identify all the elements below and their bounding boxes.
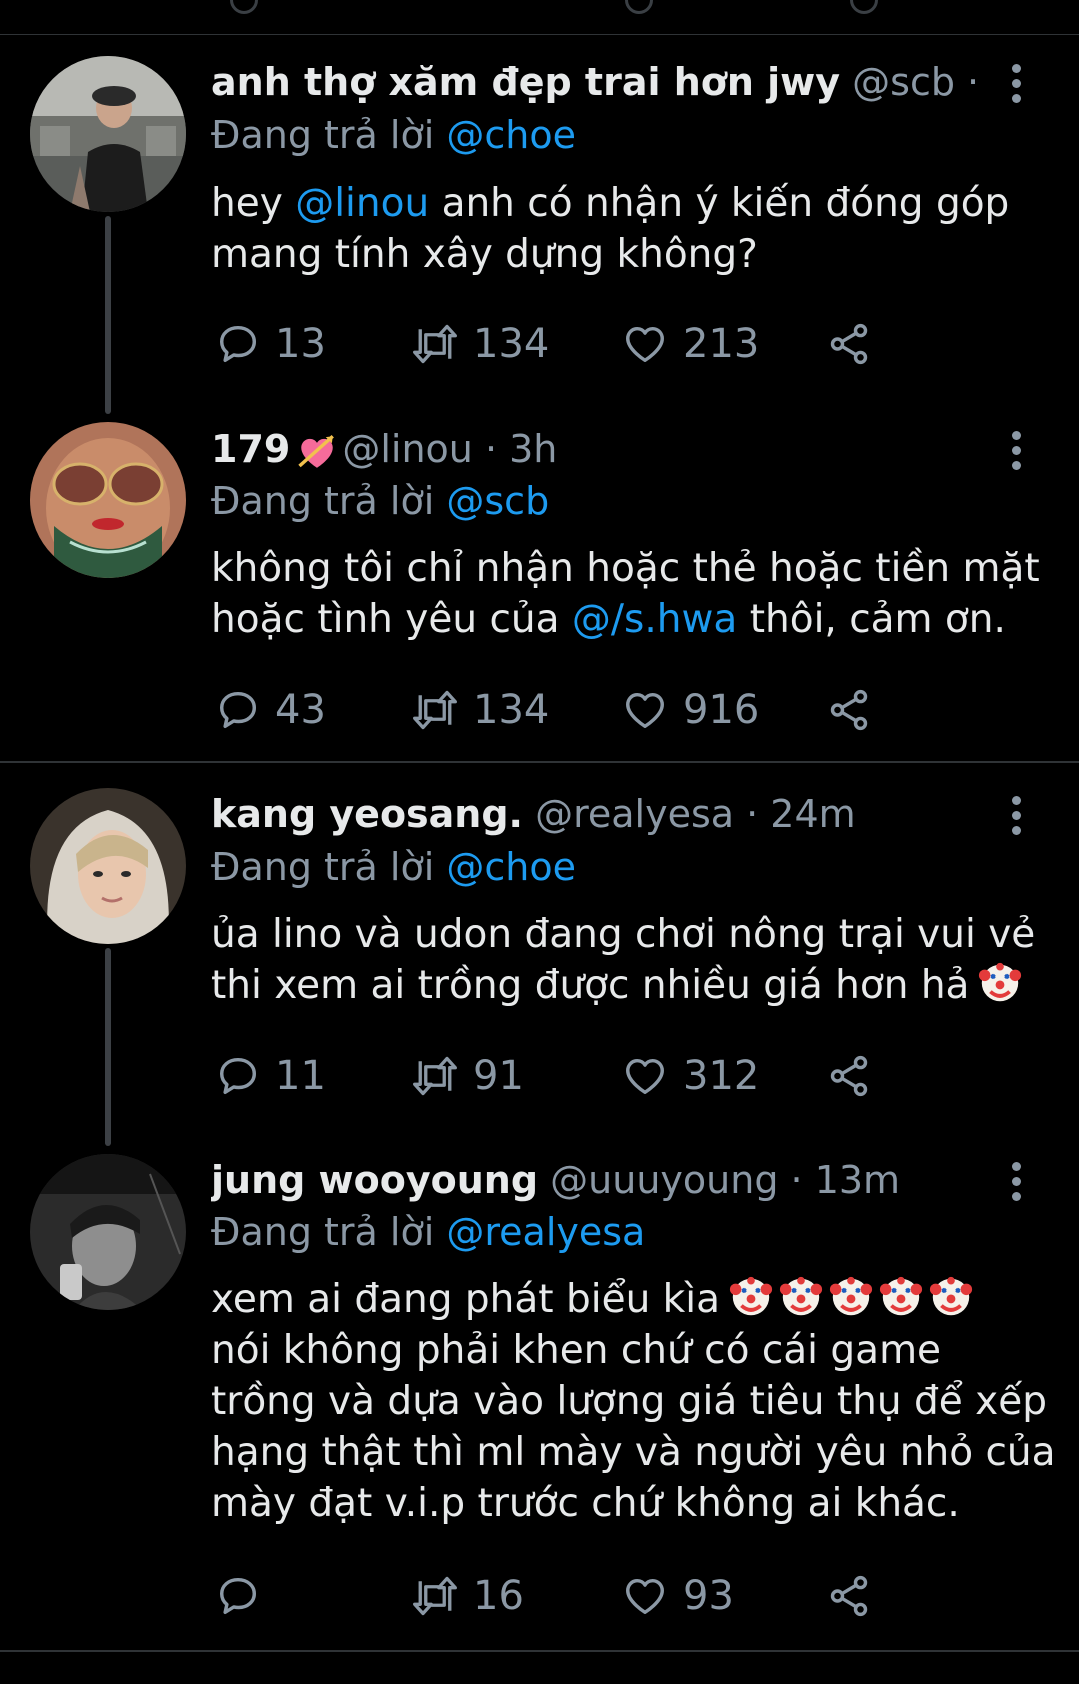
tweet[interactable]: jung wooyoung @uuuyoung · 13m Đang trả l… [0,0,1079,1650]
tweet-text: xem ai đang phát biểu kìa nói không phải… [211,1274,1056,1529]
like-button[interactable]: 93 [621,1566,734,1626]
clown-face-emoji [779,1276,823,1316]
more-options-icon[interactable] [1011,1160,1021,1202]
replying-to: Đang trả lời @realyesa [211,1210,646,1254]
retweet-count: 16 [473,1573,524,1619]
reply-to-mention[interactable]: @realyesa [446,1210,645,1254]
share-button[interactable] [825,1566,873,1626]
handle-and-time[interactable]: @uuuyoung · 13m [550,1158,900,1202]
reply-icon [219,1577,257,1615]
avatar[interactable] [30,1154,186,1310]
like-count: 93 [683,1573,734,1619]
heart-icon [626,1578,664,1615]
retweet-button[interactable]: 16 [411,1566,524,1626]
retweet-icon [413,1576,457,1616]
tweet-actions: 16 93 [211,1566,1011,1626]
display-name[interactable]: jung wooyoung [211,1158,538,1202]
share-icon [830,1575,868,1617]
tweet-header: jung wooyoung @uuuyoung · 13m [211,1155,989,1205]
clown-face-emoji [829,1276,873,1316]
clown-face-emoji [729,1276,773,1316]
clown-face-emoji [929,1276,973,1316]
reply-button[interactable] [215,1566,275,1626]
clown-face-emoji [879,1276,923,1316]
divider [0,1650,1079,1652]
